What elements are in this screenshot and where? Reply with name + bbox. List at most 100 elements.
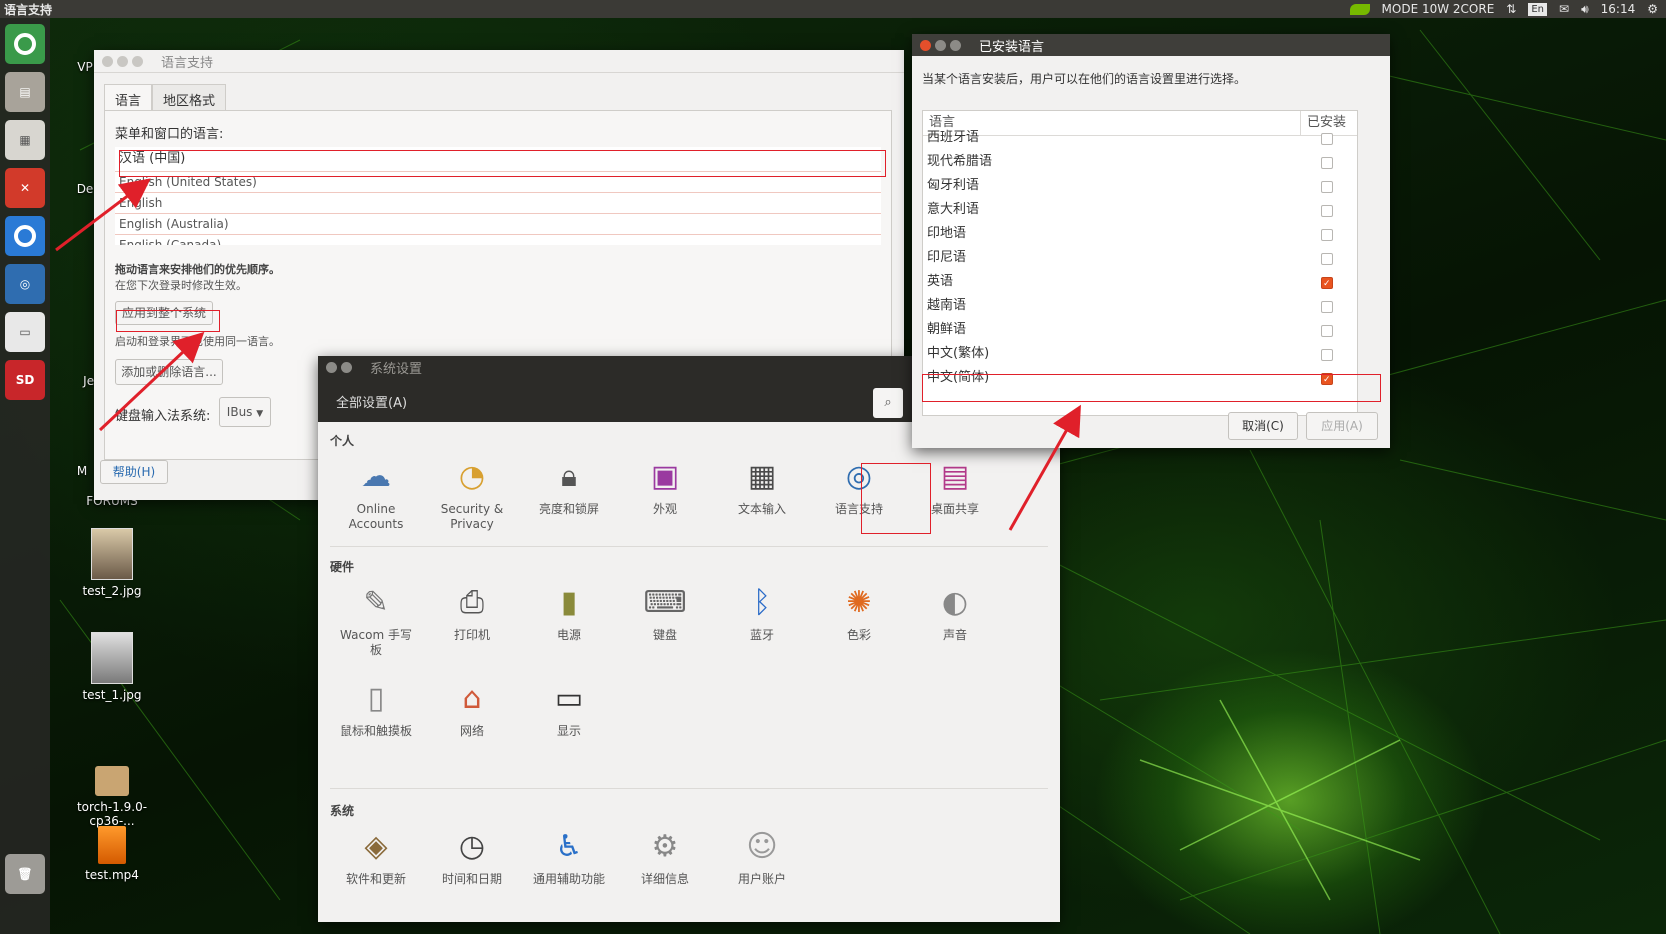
settings-item-label: 文本输入 (737, 502, 786, 516)
installed-checkbox[interactable] (1321, 205, 1333, 217)
language-name: 中文(繁体) (927, 346, 990, 361)
settings-item-label: 蓝牙 (749, 628, 774, 642)
keyboard-layout-indicator[interactable]: En (1528, 2, 1548, 16)
settings-item[interactable]: ⌨ 键盘 (617, 582, 713, 643)
power-mode-indicator[interactable]: MODE 10W 2CORE (1382, 2, 1495, 16)
network-icon[interactable]: ⇅ (1506, 2, 1516, 16)
drive-icon[interactable]: ▭ (5, 312, 45, 352)
clock[interactable]: 16:14 (1601, 2, 1636, 16)
maximize-icon[interactable] (950, 39, 961, 51)
settings-item[interactable]: ◐ 声音 (907, 582, 1003, 643)
mail-icon[interactable]: ✉ (1559, 2, 1569, 16)
chevron-down-icon: ▼ (256, 409, 264, 419)
chromium-icon[interactable] (5, 216, 45, 256)
installed-checkbox[interactable] (1321, 157, 1333, 169)
settings-item-label: Security & Privacy (440, 502, 504, 531)
settings-item-label: Online Accounts (348, 502, 404, 531)
settings-item[interactable]: ▯ 鼠标和触摸板 (328, 678, 424, 739)
file-name: test.mp4 (85, 868, 139, 882)
close-icon[interactable] (920, 39, 931, 51)
minimize-icon[interactable] (935, 39, 946, 51)
search-icon[interactable]: ⌕ (873, 388, 903, 418)
table-row[interactable]: 匈牙利语 (923, 174, 1357, 198)
desktop-file[interactable]: torch-1.9.0-cp36-... (72, 766, 152, 828)
settings-item[interactable]: ⚙ 详细信息 (617, 826, 713, 887)
installed-checkbox[interactable] (1321, 229, 1333, 241)
language-support-icon[interactable]: ◎ (5, 264, 45, 304)
apply-button[interactable]: 应用(A) (1306, 412, 1378, 440)
window-titlebar[interactable]: 语言支持 (94, 50, 904, 73)
table-row[interactable]: 英语 (923, 270, 1357, 296)
settings-item[interactable]: ☁ Online Accounts (328, 456, 424, 532)
gear-icon[interactable]: ⚙ (1647, 2, 1658, 16)
desktop-file[interactable]: test_2.jpg (72, 528, 152, 598)
ubuntu-logo-icon[interactable] (5, 24, 45, 64)
settings-item[interactable]: ▣ 外观 (617, 456, 713, 517)
settings-item-label: 声音 (942, 628, 967, 642)
nvidia-icon[interactable] (1349, 3, 1370, 15)
minimize-icon[interactable] (341, 361, 352, 373)
table-row[interactable]: 中文(繁体) (923, 342, 1357, 366)
list-item[interactable]: English (115, 193, 881, 214)
online-accounts-icon: ☁ (361, 458, 391, 494)
file-cabinet-icon[interactable]: ▤ (5, 72, 45, 112)
settings-item[interactable]: ᛒ 蓝牙 (714, 582, 810, 643)
installed-checkbox[interactable] (1321, 181, 1333, 193)
input-method-select[interactable]: IBus ▼ (219, 397, 271, 427)
desktop-file[interactable]: test.mp4 (72, 826, 152, 882)
settings-item[interactable]: ☺ 用户账户 (714, 826, 810, 887)
settings-item[interactable]: ♿︎ 通用辅助功能 (521, 826, 617, 887)
cancel-button[interactable]: 取消(C) (1228, 412, 1298, 440)
maximize-icon[interactable] (132, 55, 143, 67)
add-remove-languages-button[interactable]: 添加或删除语言... (115, 359, 223, 385)
settings-item[interactable]: ⎙ 打印机 (424, 582, 520, 643)
installed-checkbox[interactable] (1321, 325, 1333, 337)
installed-language-table[interactable]: 语言 已安装 西班牙语现代希腊语匈牙利语意大利语印地语印尼语英语越南语朝鲜语中文… (922, 110, 1358, 416)
time-date-icon: ◷ (458, 828, 486, 864)
installed-checkbox[interactable] (1321, 133, 1333, 145)
trash-icon[interactable]: 🗑︎ (5, 854, 45, 894)
all-settings-button[interactable]: 全部设置(A) (336, 392, 407, 411)
settings-item[interactable]: ▦ 文本输入 (714, 456, 810, 517)
input-method-label: 键盘输入法系统: (115, 409, 211, 424)
installed-checkbox[interactable] (1321, 253, 1333, 265)
settings-item-label: 打印机 (453, 628, 490, 642)
close-icon[interactable] (102, 55, 113, 67)
list-item[interactable]: English (Canada) (115, 235, 881, 245)
settings-item[interactable]: ✺ 色彩 (811, 582, 907, 643)
settings-item[interactable]: ◔ Security & Privacy (424, 456, 520, 532)
annotation-highlight (922, 374, 1381, 402)
desktop-file[interactable]: test_1.jpg (72, 632, 152, 702)
settings-item[interactable]: ◈ 软件和更新 (328, 826, 424, 887)
installed-checkbox[interactable] (1321, 349, 1333, 361)
installed-checkbox[interactable] (1321, 272, 1333, 296)
language-name: 印地语 (927, 226, 967, 241)
settings-item[interactable]: ◷ 时间和日期 (424, 826, 520, 887)
volume-icon[interactable]: 🔊︎ (1581, 2, 1589, 17)
table-row[interactable]: 意大利语 (923, 198, 1357, 222)
minimize-icon[interactable] (117, 55, 128, 67)
software-store-icon[interactable]: ▦ (5, 120, 45, 160)
table-row[interactable]: 印尼语 (923, 246, 1357, 270)
table-row[interactable]: 朝鲜语 (923, 318, 1357, 342)
installed-checkbox[interactable] (1321, 301, 1333, 313)
settings-item[interactable]: ⌂ 网络 (424, 678, 520, 739)
settings-item[interactable]: 🔒︎ 亮度和锁屏 (521, 456, 617, 517)
system-tools-icon[interactable]: ✕ (5, 168, 45, 208)
settings-item[interactable]: ▭ 显示 (521, 678, 617, 739)
close-icon[interactable] (326, 361, 337, 373)
settings-item[interactable]: ✎ Wacom 手写 板 (328, 582, 424, 658)
desktop-label-m[interactable]: M (74, 464, 90, 478)
settings-item-label: 软件和更新 (345, 872, 406, 886)
table-row[interactable]: 印地语 (923, 222, 1357, 246)
table-row[interactable]: 现代希腊语 (923, 150, 1357, 174)
sd-card-icon[interactable]: SD (5, 360, 45, 400)
window-titlebar[interactable]: 已安装语言 (912, 34, 1390, 56)
settings-item[interactable]: ▮ 电源 (521, 582, 617, 643)
table-row[interactable]: 西班牙语 (923, 126, 1357, 150)
brightness-lock-icon: 🔒︎ (561, 458, 577, 494)
list-item[interactable]: English (Australia) (115, 214, 881, 235)
help-button[interactable]: 帮助(H) (100, 460, 168, 484)
table-row[interactable]: 越南语 (923, 294, 1357, 318)
language-name: 西班牙语 (927, 130, 980, 145)
